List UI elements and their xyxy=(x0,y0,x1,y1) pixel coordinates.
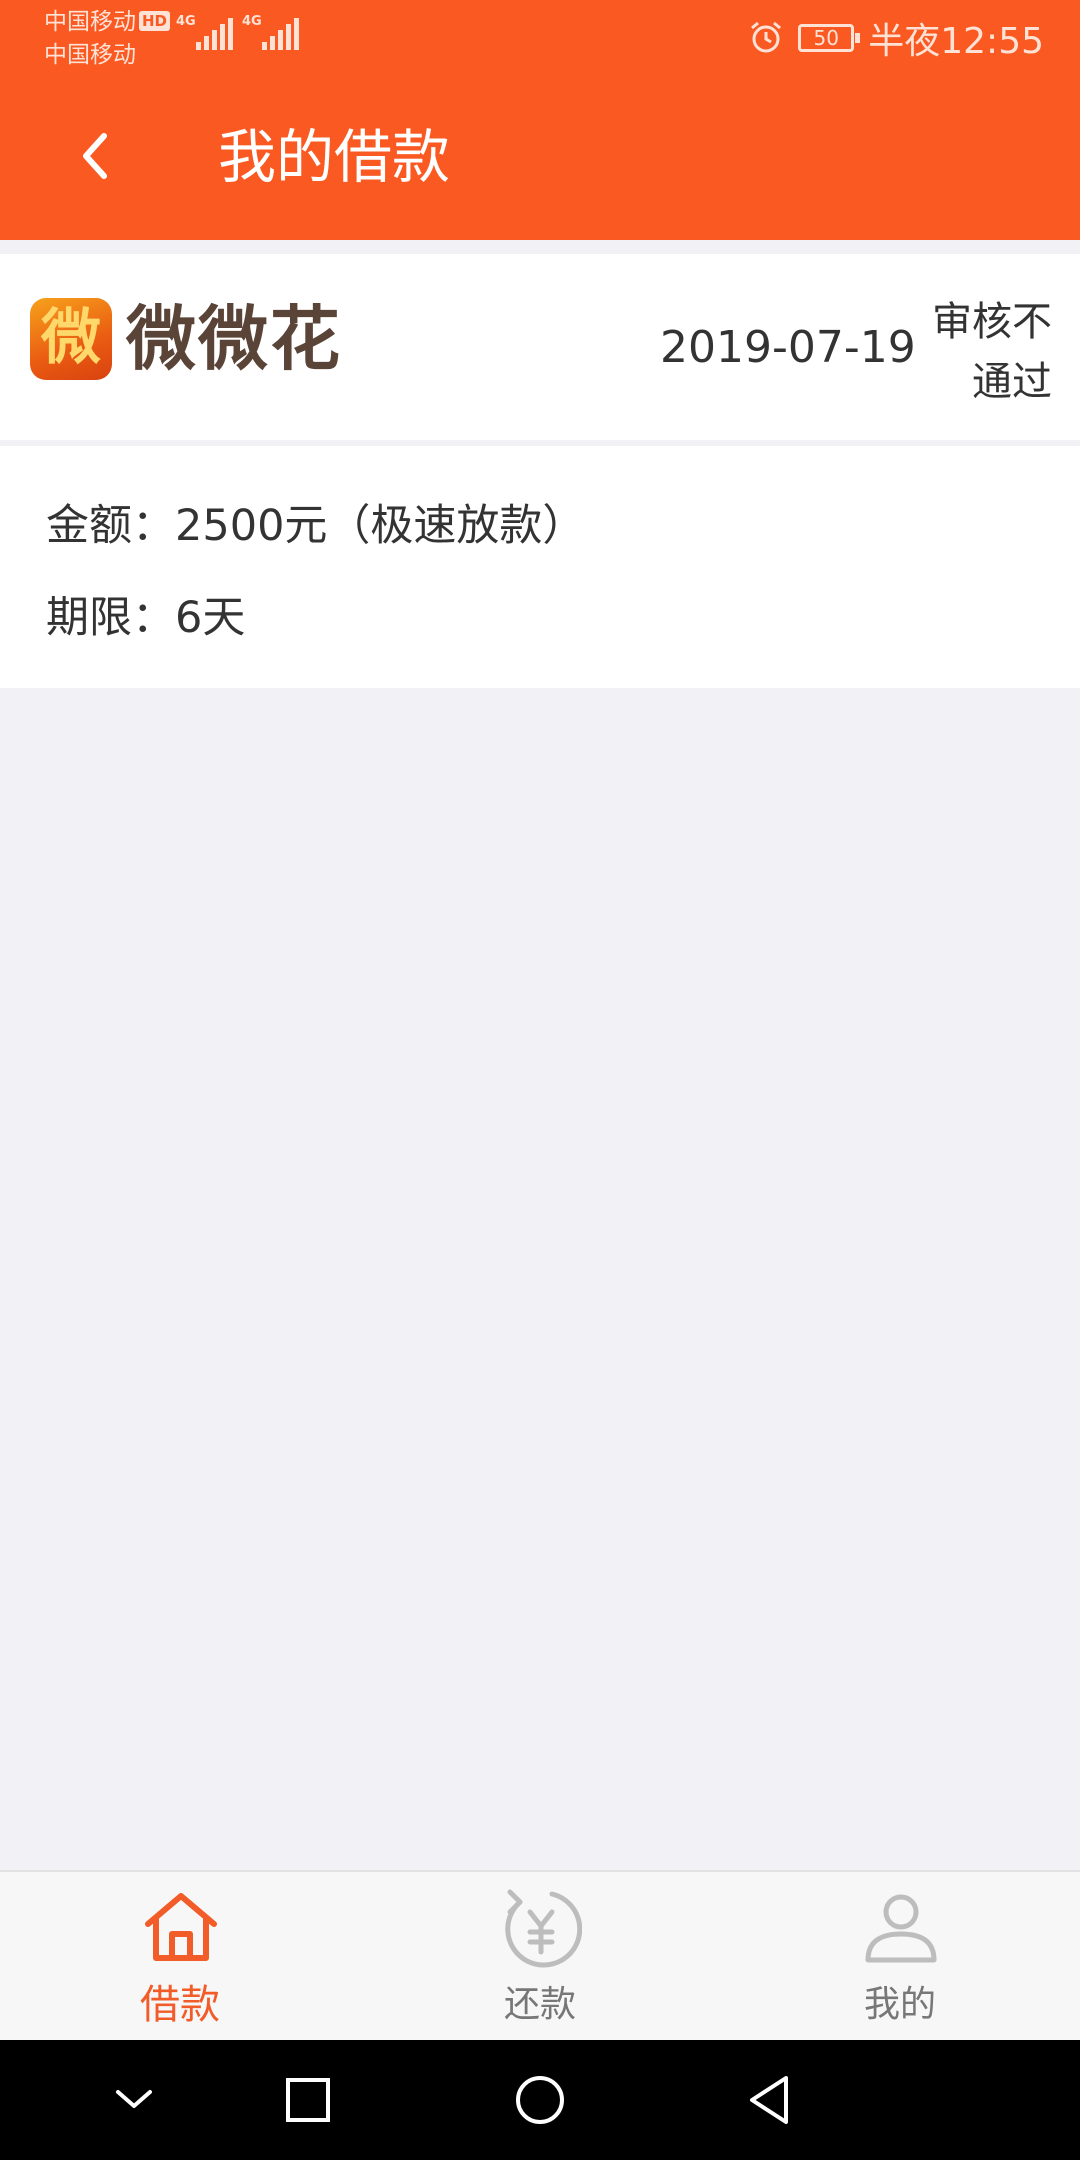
nav-recents-button[interactable] xyxy=(268,2060,348,2140)
term-label: 期限： xyxy=(46,593,175,643)
term-row: 期限：6天 xyxy=(46,590,245,646)
status-bar: 中国移动 HD 中国移动 4G 4G 50 半夜12:55 xyxy=(0,0,1080,80)
chevron-left-icon xyxy=(83,133,107,179)
nav-home-button[interactable] xyxy=(500,2060,580,2140)
tab-mine-label: 我的 xyxy=(863,1984,936,2025)
square-icon xyxy=(286,2078,330,2122)
loan-card-body: 金额：2500元（极速放款） 期限：6天 xyxy=(0,446,1080,688)
app-header: 中国移动 HD 中国移动 4G 4G 50 半夜12:55 我的借款 xyxy=(0,0,1080,240)
loan-card-header[interactable]: 微 微微花 2019-07-19 审核不通过 xyxy=(0,254,1080,440)
tab-mine[interactable]: 我的 xyxy=(720,1872,1080,2042)
system-nav-bar xyxy=(0,2040,1080,2160)
status-right: 50 半夜12:55 xyxy=(748,8,1044,68)
alarm-icon xyxy=(751,21,782,53)
nav-back-button[interactable] xyxy=(730,2060,810,2140)
amount-label: 金额： xyxy=(46,501,175,551)
repay-yen-icon xyxy=(505,1889,582,1968)
carrier-2: 中国移动 xyxy=(44,42,136,68)
amount-row: 金额：2500元（极速放款） xyxy=(46,498,585,554)
circle-icon xyxy=(516,2076,564,2124)
tab-loan[interactable]: 借款 xyxy=(0,1872,360,2042)
brand-logo: 微 xyxy=(30,298,112,380)
back-button[interactable] xyxy=(60,120,132,192)
page-title: 我的借款 xyxy=(218,123,451,191)
tab-repay-label: 还款 xyxy=(503,1984,576,2025)
hd-badge: HD xyxy=(139,11,171,31)
triangle-back-icon xyxy=(750,2076,788,2124)
battery-icon: 50 xyxy=(798,24,861,52)
term-value: 6天 xyxy=(175,593,246,643)
carrier-info: 中国移动 HD 中国移动 xyxy=(44,6,171,72)
loan-status: 审核不通过 xyxy=(932,299,1052,405)
carrier-1: 中国移动 xyxy=(44,9,136,35)
bottom-tab-bar: 借款 还款 我的 xyxy=(0,1870,1080,2040)
nav-hide-button[interactable] xyxy=(94,2060,174,2140)
chevron-down-icon xyxy=(116,2090,152,2108)
home-icon xyxy=(145,1893,217,1961)
loan-date: 2019-07-19 xyxy=(660,322,916,373)
tab-repay[interactable]: 还款 xyxy=(360,1872,720,2042)
amount-value: 2500元（极速放款） xyxy=(175,501,586,551)
brand-name: 微微花 xyxy=(126,298,342,380)
tab-loan-label: 借款 xyxy=(140,1982,220,2028)
clock: 半夜12:55 xyxy=(868,21,1044,62)
user-icon xyxy=(865,1894,937,1963)
